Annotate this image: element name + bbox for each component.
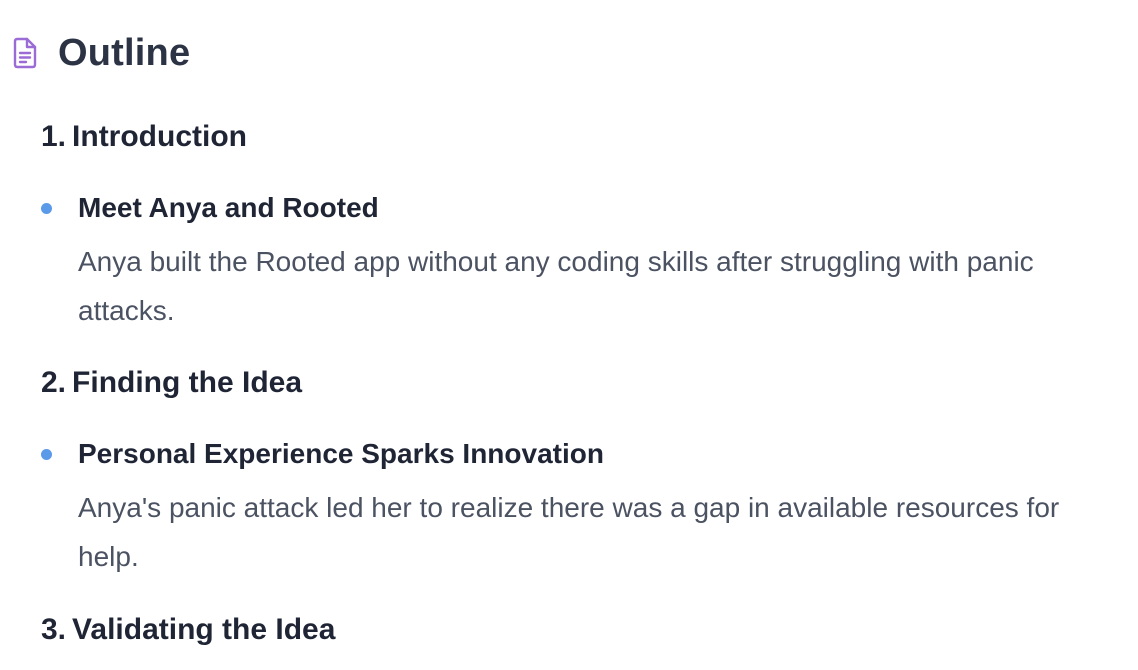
section-heading-validating-idea: 3. Validating the Idea	[41, 615, 335, 645]
section-number: 1.	[41, 120, 67, 153]
section-number: 2.	[41, 366, 67, 399]
section-number: 3.	[41, 613, 67, 646]
section-heading-text: Validating the Idea	[72, 613, 336, 646]
outline-header: Outline	[10, 34, 190, 72]
document-icon	[10, 36, 40, 70]
bullet-dot	[41, 448, 52, 460]
section-heading-introduction: 1. Introduction	[41, 122, 247, 152]
section-heading-finding-idea: 2. Finding the Idea	[41, 368, 302, 398]
bullet-title: Personal Experience Sparks Innovation	[78, 438, 604, 469]
outline-page: Outline 1. Introduction Meet Anya and Roo…	[0, 0, 1138, 670]
bullet-dot	[41, 202, 52, 214]
section-heading-text: Finding the Idea	[72, 366, 303, 399]
bullet-item-meet-anya: Meet Anya and Rooted	[41, 194, 379, 222]
bullet-title: Meet Anya and Rooted	[78, 192, 379, 223]
bullet-description: Anya built the Rooted app without any co…	[78, 246, 1034, 326]
bullet-description: Anya's panic attack led her to realize t…	[78, 492, 1060, 572]
outline-title: Outline	[58, 32, 191, 74]
section-heading-text: Introduction	[72, 120, 247, 153]
bullet-item-personal-experience: Personal Experience Sparks Innovation	[41, 440, 604, 468]
